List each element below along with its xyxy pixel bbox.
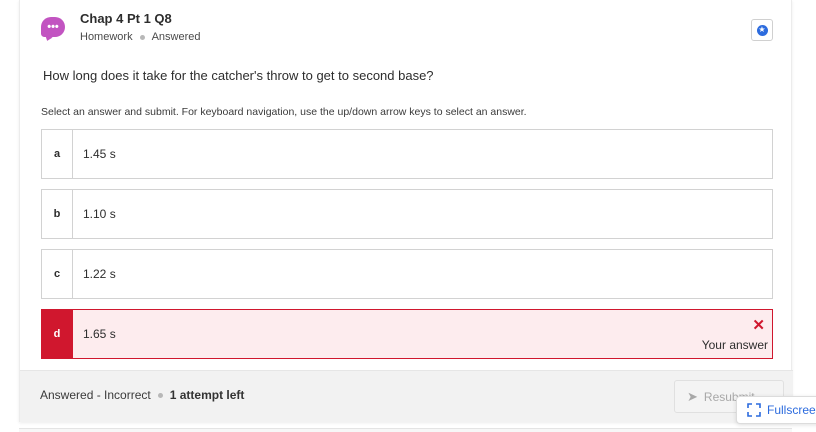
answer-option-d[interactable]: d 1.65 s ✕ Your answer bbox=[41, 309, 773, 359]
option-text: 1.45 s bbox=[83, 147, 116, 161]
question-meta: Homework Answered bbox=[80, 31, 201, 43]
paper-plane-icon: ➤ bbox=[687, 389, 698, 404]
fullscreen-label: Fullscreen bbox=[767, 403, 816, 417]
option-letter: b bbox=[42, 190, 73, 238]
answer-status: Answered bbox=[151, 31, 201, 43]
bookmark-button[interactable]: ★ bbox=[751, 19, 773, 41]
answer-option-c[interactable]: c 1.22 s bbox=[41, 249, 773, 299]
separator-dot bbox=[139, 34, 145, 40]
chat-bubble-icon: ••• bbox=[41, 17, 65, 37]
result-status: Answered - Incorrect 1 attempt left bbox=[40, 388, 244, 402]
result-text: Answered - Incorrect bbox=[40, 388, 151, 402]
incorrect-x-icon: ✕ bbox=[752, 317, 765, 334]
answer-option-a[interactable]: a 1.45 s bbox=[41, 129, 773, 179]
option-letter: a bbox=[42, 130, 73, 178]
your-answer-label: Your answer bbox=[701, 338, 768, 352]
question-card: ••• Chap 4 Pt 1 Q8 Homework Answered ★ H… bbox=[19, 0, 793, 422]
next-card-edge bbox=[19, 428, 792, 432]
option-letter: c bbox=[42, 250, 73, 298]
separator-dot bbox=[157, 392, 163, 398]
option-letter: d bbox=[42, 310, 73, 358]
fullscreen-button[interactable]: Fullscreen bbox=[736, 396, 816, 424]
assignment-type: Homework bbox=[80, 31, 133, 43]
instructions-text: Select an answer and submit. For keyboar… bbox=[41, 106, 527, 118]
option-text: 1.22 s bbox=[83, 267, 116, 281]
attempts-left: 1 attempt left bbox=[169, 388, 245, 402]
answer-footer: Answered - Incorrect 1 attempt left ➤ Re… bbox=[20, 370, 793, 422]
question-title: Chap 4 Pt 1 Q8 bbox=[80, 11, 172, 26]
fullscreen-icon bbox=[747, 403, 761, 417]
option-text: 1.65 s bbox=[83, 327, 116, 341]
bookmark-star-icon: ★ bbox=[756, 24, 768, 36]
option-text: 1.10 s bbox=[83, 207, 116, 221]
question-text: How long does it take for the catcher's … bbox=[43, 68, 434, 83]
answer-option-b[interactable]: b 1.10 s bbox=[41, 189, 773, 239]
